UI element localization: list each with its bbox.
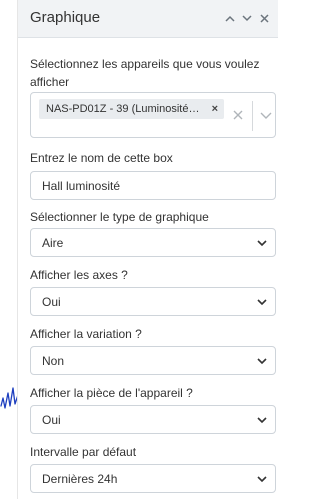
page: Graphique Sélectionnez les appareils que…	[0, 0, 279, 499]
chevron-up-icon[interactable]	[223, 11, 237, 25]
chart-type-label: Sélectionner le type de graphique	[30, 210, 209, 224]
default-interval-select[interactable]: Dernières 24h	[30, 464, 276, 493]
chevron-down-icon	[257, 299, 267, 306]
chevron-down-icon	[257, 476, 267, 483]
chevron-down-icon[interactable]	[260, 110, 272, 120]
default-interval-label: Intervalle par défaut	[30, 445, 137, 459]
panel-title: Graphique	[30, 9, 101, 26]
chart-type-value: Aire	[42, 236, 64, 250]
chevron-down-icon	[257, 417, 267, 424]
chart-type-select[interactable]: Aire	[30, 228, 276, 257]
multiselect-separator	[252, 101, 253, 131]
panel-header: Graphique	[18, 0, 278, 38]
selected-device-tag-label: NAS-PD01Z - 39 (Luminosité entière)	[46, 103, 201, 115]
box-name-input[interactable]	[30, 171, 276, 200]
chart-settings-panel: Graphique Sélectionnez les appareils que…	[17, 0, 279, 499]
show-axes-label: Afficher les axes ?	[30, 268, 128, 282]
show-axes-select[interactable]: Oui	[30, 287, 276, 316]
chevron-down-icon[interactable]	[240, 11, 254, 25]
show-room-select[interactable]: Oui	[30, 405, 276, 434]
default-interval-value: Dernières 24h	[42, 472, 118, 486]
devices-multiselect[interactable]: NAS-PD01Z - 39 (Luminosité entière) ×	[30, 92, 276, 138]
show-variation-value: Non	[42, 354, 65, 368]
chevron-down-icon	[257, 358, 267, 365]
show-variation-label: Afficher la variation ?	[30, 327, 142, 341]
chevron-down-icon	[257, 240, 267, 247]
show-variation-select[interactable]: Non	[30, 346, 276, 375]
tag-remove-button[interactable]: ×	[212, 99, 218, 119]
clear-selection-icon[interactable]	[232, 109, 244, 121]
devices-label: Sélectionnez les appareils que vous voul…	[30, 57, 260, 89]
show-axes-value: Oui	[42, 295, 61, 309]
close-icon[interactable]	[257, 11, 271, 25]
box-name-label: Entrez le nom de cette box	[30, 151, 173, 165]
show-room-label: Afficher la pièce de l'appareil ?	[30, 386, 193, 400]
show-room-value: Oui	[42, 413, 61, 427]
selected-device-tag: NAS-PD01Z - 39 (Luminosité entière) ×	[39, 99, 224, 119]
